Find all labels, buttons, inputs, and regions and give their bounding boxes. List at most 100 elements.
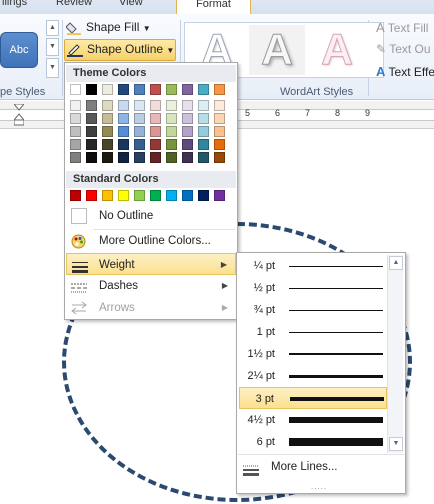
- resize-grip-icon[interactable]: .....: [311, 482, 327, 491]
- theme-shade-swatch[interactable]: [86, 139, 97, 150]
- gallery-scroll-up[interactable]: ▲: [46, 20, 59, 36]
- standard-color-swatch[interactable]: [86, 190, 97, 201]
- weight-option[interactable]: 1½ pt: [239, 343, 387, 365]
- weight-option[interactable]: 1 pt: [239, 321, 387, 343]
- theme-shade-swatch[interactable]: [150, 100, 161, 111]
- tab-view[interactable]: View: [119, 0, 143, 8]
- text-outline-button[interactable]: ✎ Text Ou: [376, 42, 431, 56]
- theme-shade-swatch[interactable]: [166, 100, 177, 111]
- theme-shade-swatch[interactable]: [214, 113, 225, 124]
- theme-shade-swatch[interactable]: [118, 126, 129, 137]
- theme-color-swatch[interactable]: [198, 84, 209, 95]
- standard-color-swatch[interactable]: [198, 190, 209, 201]
- theme-shade-swatch[interactable]: [214, 152, 225, 163]
- theme-shade-swatch[interactable]: [214, 126, 225, 137]
- dashes-item[interactable]: Dashes ▶: [66, 275, 236, 297]
- theme-shade-swatch[interactable]: [102, 152, 113, 163]
- theme-shade-swatch[interactable]: [118, 113, 129, 124]
- standard-color-swatch[interactable]: [102, 190, 113, 201]
- theme-shade-swatch[interactable]: [134, 100, 145, 111]
- standard-color-swatch[interactable]: [118, 190, 129, 201]
- theme-shade-swatch[interactable]: [182, 100, 193, 111]
- theme-shade-swatch[interactable]: [214, 100, 225, 111]
- standard-color-swatch[interactable]: [214, 190, 225, 201]
- theme-color-swatch[interactable]: [214, 84, 225, 95]
- theme-shade-swatch[interactable]: [102, 113, 113, 124]
- tab-review[interactable]: Review: [56, 0, 92, 8]
- theme-shade-swatch[interactable]: [70, 139, 81, 150]
- shape-outline-content[interactable]: Shape Outline ▼: [67, 42, 174, 57]
- scroll-up-icon[interactable]: ▲: [389, 256, 403, 270]
- theme-shade-swatch[interactable]: [198, 100, 209, 111]
- theme-shade-swatch[interactable]: [166, 139, 177, 150]
- theme-shade-swatch[interactable]: [150, 126, 161, 137]
- theme-shade-swatch[interactable]: [118, 139, 129, 150]
- theme-shade-swatch[interactable]: [102, 100, 113, 111]
- theme-shade-swatch[interactable]: [182, 126, 193, 137]
- theme-shade-swatch[interactable]: [70, 126, 81, 137]
- weight-scrollbar[interactable]: ▲ ▼: [387, 255, 403, 453]
- tab-format[interactable]: Format: [176, 0, 251, 15]
- theme-shade-swatch[interactable]: [166, 113, 177, 124]
- theme-shade-swatch[interactable]: [118, 152, 129, 163]
- theme-shade-swatch[interactable]: [150, 139, 161, 150]
- tab-mailings[interactable]: ilings: [2, 0, 27, 8]
- gallery-scroll-down[interactable]: ▼: [46, 38, 59, 56]
- theme-shade-swatch[interactable]: [166, 152, 177, 163]
- theme-shade-swatch[interactable]: [118, 100, 129, 111]
- more-lines-item[interactable]: More Lines...: [238, 454, 404, 478]
- weight-option[interactable]: 6 pt: [239, 431, 387, 453]
- standard-color-swatch[interactable]: [166, 190, 177, 201]
- theme-color-swatch[interactable]: [134, 84, 145, 95]
- weight-option[interactable]: 2¼ pt: [239, 365, 387, 387]
- text-effects-button[interactable]: A Text Effe: [376, 64, 434, 79]
- theme-shade-swatch[interactable]: [70, 100, 81, 111]
- theme-color-swatch[interactable]: [150, 84, 161, 95]
- theme-shade-swatch[interactable]: [86, 126, 97, 137]
- theme-color-swatch[interactable]: [86, 84, 97, 95]
- standard-color-swatch[interactable]: [134, 190, 145, 201]
- shape-fill-button[interactable]: Shape Fill ▼: [65, 20, 151, 35]
- theme-shade-swatch[interactable]: [214, 139, 225, 150]
- theme-shade-swatch[interactable]: [150, 113, 161, 124]
- theme-shade-swatch[interactable]: [134, 126, 145, 137]
- gallery-more[interactable]: ▼: [46, 58, 59, 78]
- theme-shade-swatch[interactable]: [182, 152, 193, 163]
- scroll-down-icon[interactable]: ▼: [389, 437, 403, 451]
- standard-color-swatch[interactable]: [182, 190, 193, 201]
- indent-marker-icon[interactable]: [12, 103, 26, 126]
- wordart-style-2[interactable]: A: [249, 25, 305, 75]
- weight-option[interactable]: ½ pt: [239, 277, 387, 299]
- theme-shade-swatch[interactable]: [86, 100, 97, 111]
- theme-shade-swatch[interactable]: [150, 152, 161, 163]
- theme-shade-swatch[interactable]: [166, 126, 177, 137]
- theme-shade-swatch[interactable]: [70, 152, 81, 163]
- weight-option[interactable]: 4½ pt: [239, 409, 387, 431]
- theme-shade-swatch[interactable]: [102, 126, 113, 137]
- shape-style-preview[interactable]: Abc: [0, 32, 38, 68]
- weight-option[interactable]: ¾ pt: [239, 299, 387, 321]
- theme-color-swatch[interactable]: [118, 84, 129, 95]
- theme-shade-swatch[interactable]: [198, 139, 209, 150]
- theme-shade-swatch[interactable]: [134, 139, 145, 150]
- theme-shade-swatch[interactable]: [198, 126, 209, 137]
- no-outline-item[interactable]: No Outline: [66, 205, 236, 227]
- theme-shade-swatch[interactable]: [134, 152, 145, 163]
- wordart-style-3[interactable]: A: [309, 25, 365, 75]
- theme-shade-swatch[interactable]: [182, 113, 193, 124]
- weight-option[interactable]: 3 pt: [239, 387, 387, 409]
- theme-shade-swatch[interactable]: [70, 113, 81, 124]
- theme-shade-swatch[interactable]: [86, 152, 97, 163]
- theme-shade-swatch[interactable]: [198, 152, 209, 163]
- weight-option[interactable]: ¼ pt: [239, 255, 387, 277]
- theme-shade-swatch[interactable]: [198, 113, 209, 124]
- standard-color-swatch[interactable]: [150, 190, 161, 201]
- standard-color-swatch[interactable]: [70, 190, 81, 201]
- theme-shade-swatch[interactable]: [102, 139, 113, 150]
- more-outline-colors-item[interactable]: More Outline Colors...: [66, 230, 236, 252]
- weight-item[interactable]: Weight ▶: [66, 253, 236, 275]
- theme-shade-swatch[interactable]: [86, 113, 97, 124]
- text-fill-button[interactable]: A Text Fill: [376, 20, 428, 35]
- theme-color-swatch[interactable]: [102, 84, 113, 95]
- theme-shade-swatch[interactable]: [134, 113, 145, 124]
